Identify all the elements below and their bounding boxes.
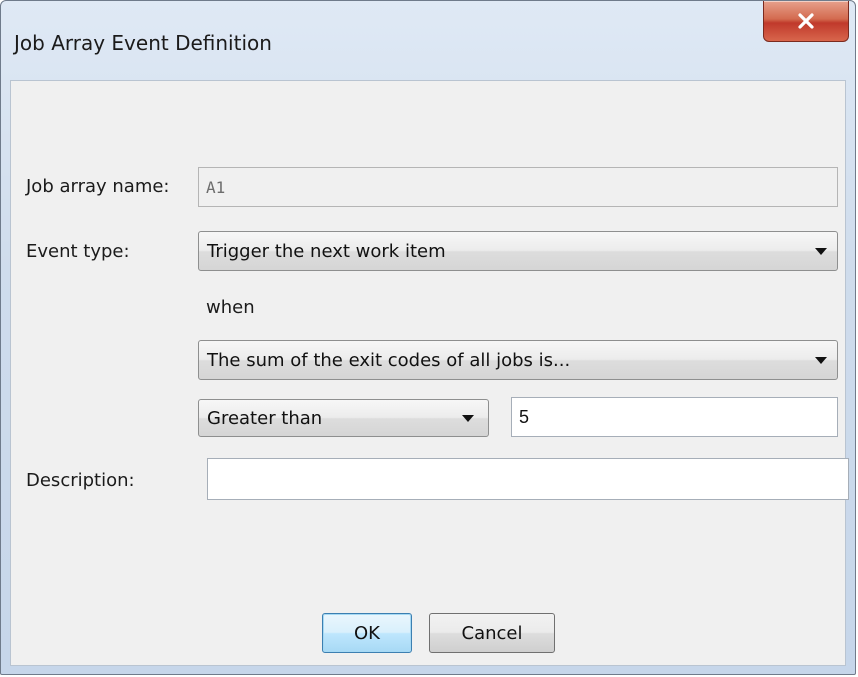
condition-dropdown[interactable]: The sum of the exit codes of all jobs is… bbox=[198, 340, 838, 380]
job-array-name-label: Job array name: bbox=[26, 176, 170, 197]
ok-button[interactable]: OK bbox=[322, 613, 412, 653]
close-button[interactable] bbox=[763, 1, 849, 42]
job-array-name-value: A1 bbox=[206, 177, 226, 197]
chevron-down-icon bbox=[462, 415, 474, 422]
when-label: when bbox=[206, 297, 255, 318]
title-bar[interactable]: Job Array Event Definition bbox=[1, 1, 855, 73]
chevron-down-icon bbox=[815, 357, 827, 364]
close-icon bbox=[797, 13, 815, 29]
threshold-value: 5 bbox=[519, 406, 530, 427]
event-type-label: Event type: bbox=[26, 241, 130, 262]
job-array-name-field: A1 bbox=[198, 167, 838, 207]
condition-value: The sum of the exit codes of all jobs is… bbox=[207, 349, 571, 371]
comparator-dropdown[interactable]: Greater than bbox=[198, 399, 489, 437]
window-title: Job Array Event Definition bbox=[14, 31, 272, 55]
event-type-dropdown[interactable]: Trigger the next work item bbox=[198, 231, 838, 271]
dialog-content: Job array name: A1 Event type: Trigger t… bbox=[10, 80, 849, 666]
description-input[interactable] bbox=[207, 458, 849, 500]
chevron-down-icon bbox=[815, 248, 827, 255]
description-label: Description: bbox=[26, 470, 135, 491]
cancel-button[interactable]: Cancel bbox=[429, 613, 555, 653]
dialog-window: Job Array Event Definition Job array nam… bbox=[0, 0, 856, 675]
threshold-input[interactable]: 5 bbox=[511, 397, 838, 437]
event-type-value: Trigger the next work item bbox=[207, 240, 446, 262]
comparator-value: Greater than bbox=[207, 407, 323, 429]
